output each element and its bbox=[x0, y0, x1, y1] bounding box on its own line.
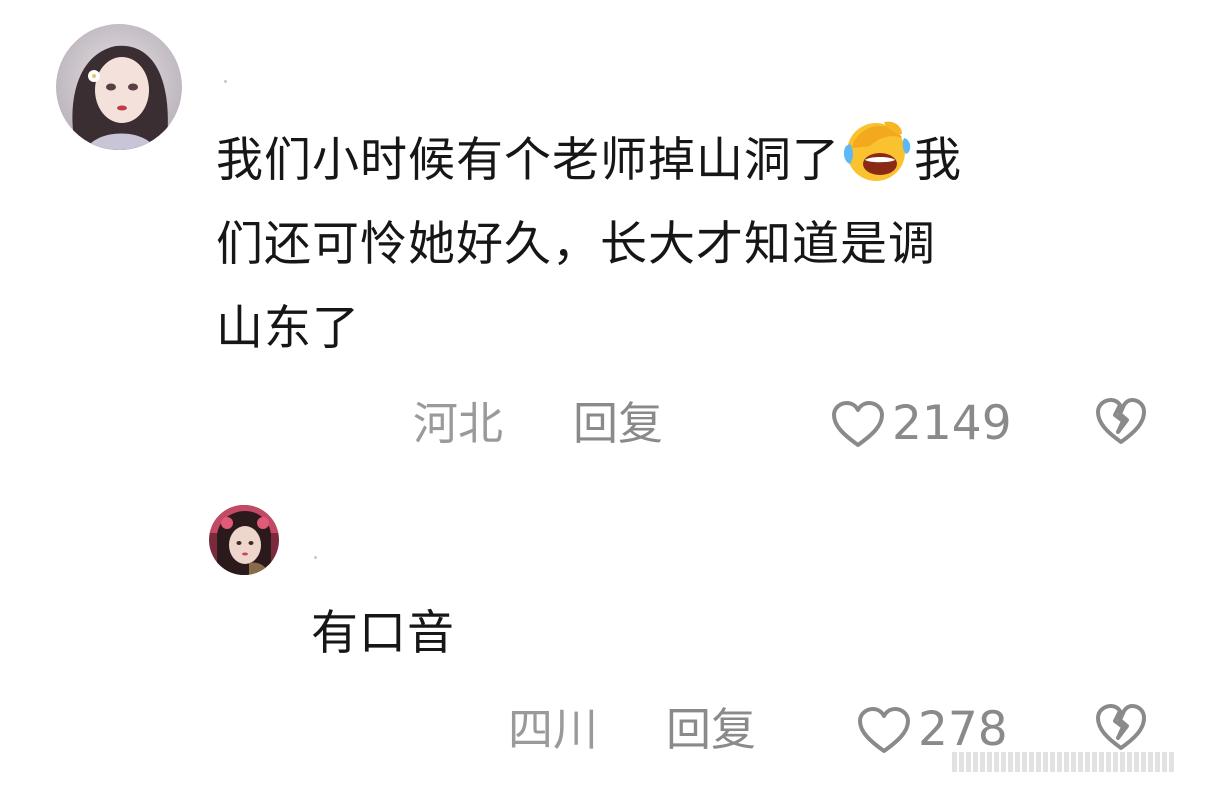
username-placeholder-dot bbox=[314, 556, 317, 559]
comment-text-segment: 我 bbox=[914, 133, 962, 188]
user-avatar[interactable] bbox=[209, 505, 279, 575]
reply-button[interactable]: 回复 bbox=[573, 394, 663, 454]
comment-line: 我们小时候有个老师掉山洞了 我 bbox=[216, 118, 1146, 203]
laughing-crying-emoji-icon bbox=[840, 118, 914, 184]
user-avatar[interactable] bbox=[56, 24, 182, 150]
heart-icon bbox=[858, 707, 910, 753]
avatar-photo bbox=[209, 505, 279, 575]
comment-text-segment: 我们小时候有个老师掉山洞了 bbox=[216, 133, 840, 188]
reply-button[interactable]: 回复 bbox=[666, 700, 756, 760]
username-placeholder-dot bbox=[224, 80, 227, 83]
like-button[interactable]: 2149 bbox=[830, 394, 1012, 454]
comment-line: 山东了 bbox=[216, 301, 360, 356]
heart-icon bbox=[832, 401, 884, 447]
broken-heart-icon bbox=[1096, 704, 1146, 750]
comment-body: 有口音 bbox=[311, 592, 911, 676]
comment-line: 有口音 bbox=[311, 606, 455, 661]
broken-heart-icon bbox=[1096, 398, 1146, 444]
comment-line: 们还可怜她好久，长大才知道是调 bbox=[216, 217, 936, 272]
avatar-illustration bbox=[56, 24, 182, 150]
dislike-button[interactable] bbox=[1094, 396, 1148, 450]
like-count: 2149 bbox=[892, 396, 1012, 451]
watermark bbox=[952, 748, 1206, 776]
ip-location: 河北 bbox=[413, 397, 504, 450]
comment-body: 我们小时候有个老师掉山洞了 我 们还可怜她好久，长大才知道是调 山东了 bbox=[216, 118, 1146, 371]
ip-location: 四川 bbox=[508, 703, 599, 756]
